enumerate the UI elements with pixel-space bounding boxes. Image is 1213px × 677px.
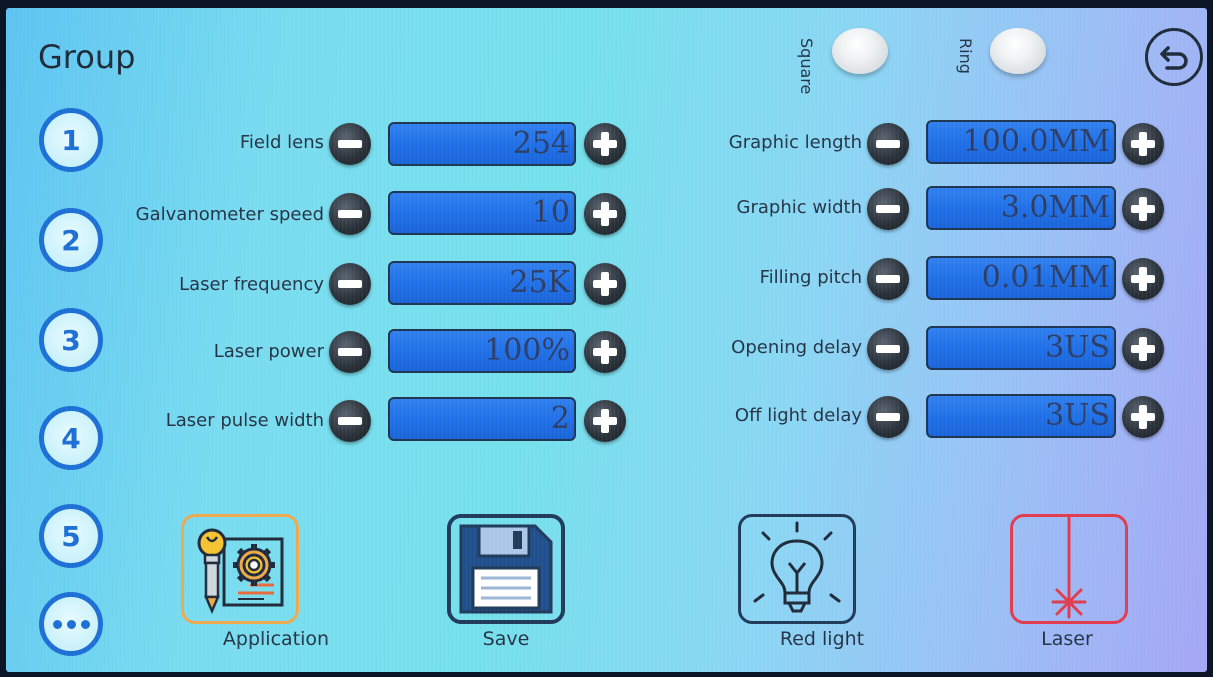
red-light-label: Red light [779, 628, 865, 650]
opening-delay-minus-button[interactable] [867, 328, 909, 370]
laser-frequency-minus-button[interactable] [329, 263, 371, 305]
field-lens-value[interactable]: 254 [388, 122, 576, 166]
filling-pitch-label: Filling pitch [759, 267, 862, 288]
graphic-width-minus-button[interactable] [867, 188, 909, 230]
group-number: 5 [61, 519, 81, 553]
page-title: Group [38, 38, 136, 76]
laser-power-value[interactable]: 100% [388, 329, 576, 373]
off-light-delay-minus-button[interactable] [867, 396, 909, 438]
graphic-width-label: Graphic width [736, 197, 862, 218]
laser-frequency-value[interactable]: 25K [388, 261, 576, 305]
off-light-delay-value[interactable]: 3US [926, 394, 1116, 438]
laser-frequency-label: Laser frequency [179, 274, 324, 295]
field-lens-label: Field lens [239, 132, 324, 153]
floppy-disk-icon [459, 524, 553, 614]
more-groups-button[interactable] [39, 592, 103, 656]
filling-pitch-plus-button[interactable] [1122, 258, 1164, 300]
application-button[interactable] [181, 514, 299, 624]
back-button[interactable] [1145, 28, 1203, 86]
laser-control-screen: Group Square Ring 1 2 3 4 5 Field lens 2… [6, 8, 1207, 672]
ring-toggle[interactable] [990, 28, 1046, 74]
light-bulb-icon [753, 521, 841, 613]
filling-pitch-value[interactable]: 0.01MM [926, 256, 1116, 300]
graphic-length-value[interactable]: 100.0MM [926, 120, 1116, 164]
laser-power-minus-button[interactable] [329, 331, 371, 373]
square-toggle-label: Square [797, 38, 816, 95]
save-button[interactable] [447, 514, 565, 624]
laser-button[interactable] [1010, 514, 1128, 624]
square-toggle[interactable] [832, 28, 888, 74]
graphic-width-value[interactable]: 3.0MM [926, 186, 1116, 230]
group-number: 3 [61, 323, 81, 357]
laser-pulse-width-value[interactable]: 2 [388, 397, 576, 441]
group-button-4[interactable]: 4 [39, 406, 103, 470]
laser-power-plus-button[interactable] [584, 331, 626, 373]
filling-pitch-minus-button[interactable] [867, 258, 909, 300]
opening-delay-label: Opening delay [731, 337, 862, 358]
back-arrow-icon [1160, 46, 1188, 70]
off-light-delay-plus-button[interactable] [1122, 396, 1164, 438]
laser-power-label: Laser power [213, 341, 324, 362]
application-settings-icon [197, 528, 284, 615]
laser-label: Laser [1041, 628, 1093, 650]
opening-delay-plus-button[interactable] [1122, 328, 1164, 370]
application-label: Application [222, 628, 330, 650]
graphic-length-minus-button[interactable] [867, 123, 909, 165]
group-button-2[interactable]: 2 [39, 208, 103, 272]
group-number: 4 [61, 421, 81, 455]
graphic-width-plus-button[interactable] [1122, 188, 1164, 230]
group-number: 2 [61, 223, 81, 257]
off-light-delay-label: Off light delay [734, 405, 862, 426]
galvanometer-speed-minus-button[interactable] [329, 193, 371, 235]
galvanometer-speed-plus-button[interactable] [584, 193, 626, 235]
laser-icon [1051, 517, 1087, 619]
group-button-3[interactable]: 3 [39, 308, 103, 372]
galvanometer-speed-value[interactable]: 10 [388, 191, 576, 235]
graphic-length-label: Graphic length [728, 132, 862, 153]
laser-pulse-width-plus-button[interactable] [584, 400, 626, 442]
field-lens-minus-button[interactable] [329, 123, 371, 165]
group-button-5[interactable]: 5 [39, 504, 103, 568]
opening-delay-value[interactable]: 3US [926, 326, 1116, 370]
ring-toggle-label: Ring [956, 38, 975, 74]
more-dots-icon [52, 619, 90, 629]
group-button-1[interactable]: 1 [39, 108, 103, 172]
group-number: 1 [61, 123, 81, 157]
graphic-length-plus-button[interactable] [1122, 123, 1164, 165]
galvanometer-speed-label: Galvanometer speed [135, 204, 324, 225]
laser-frequency-plus-button[interactable] [584, 263, 626, 305]
laser-pulse-width-label: Laser pulse width [165, 410, 324, 431]
field-lens-plus-button[interactable] [584, 123, 626, 165]
laser-pulse-width-minus-button[interactable] [329, 400, 371, 442]
save-label: Save [482, 628, 530, 650]
red-light-button[interactable] [738, 514, 856, 624]
